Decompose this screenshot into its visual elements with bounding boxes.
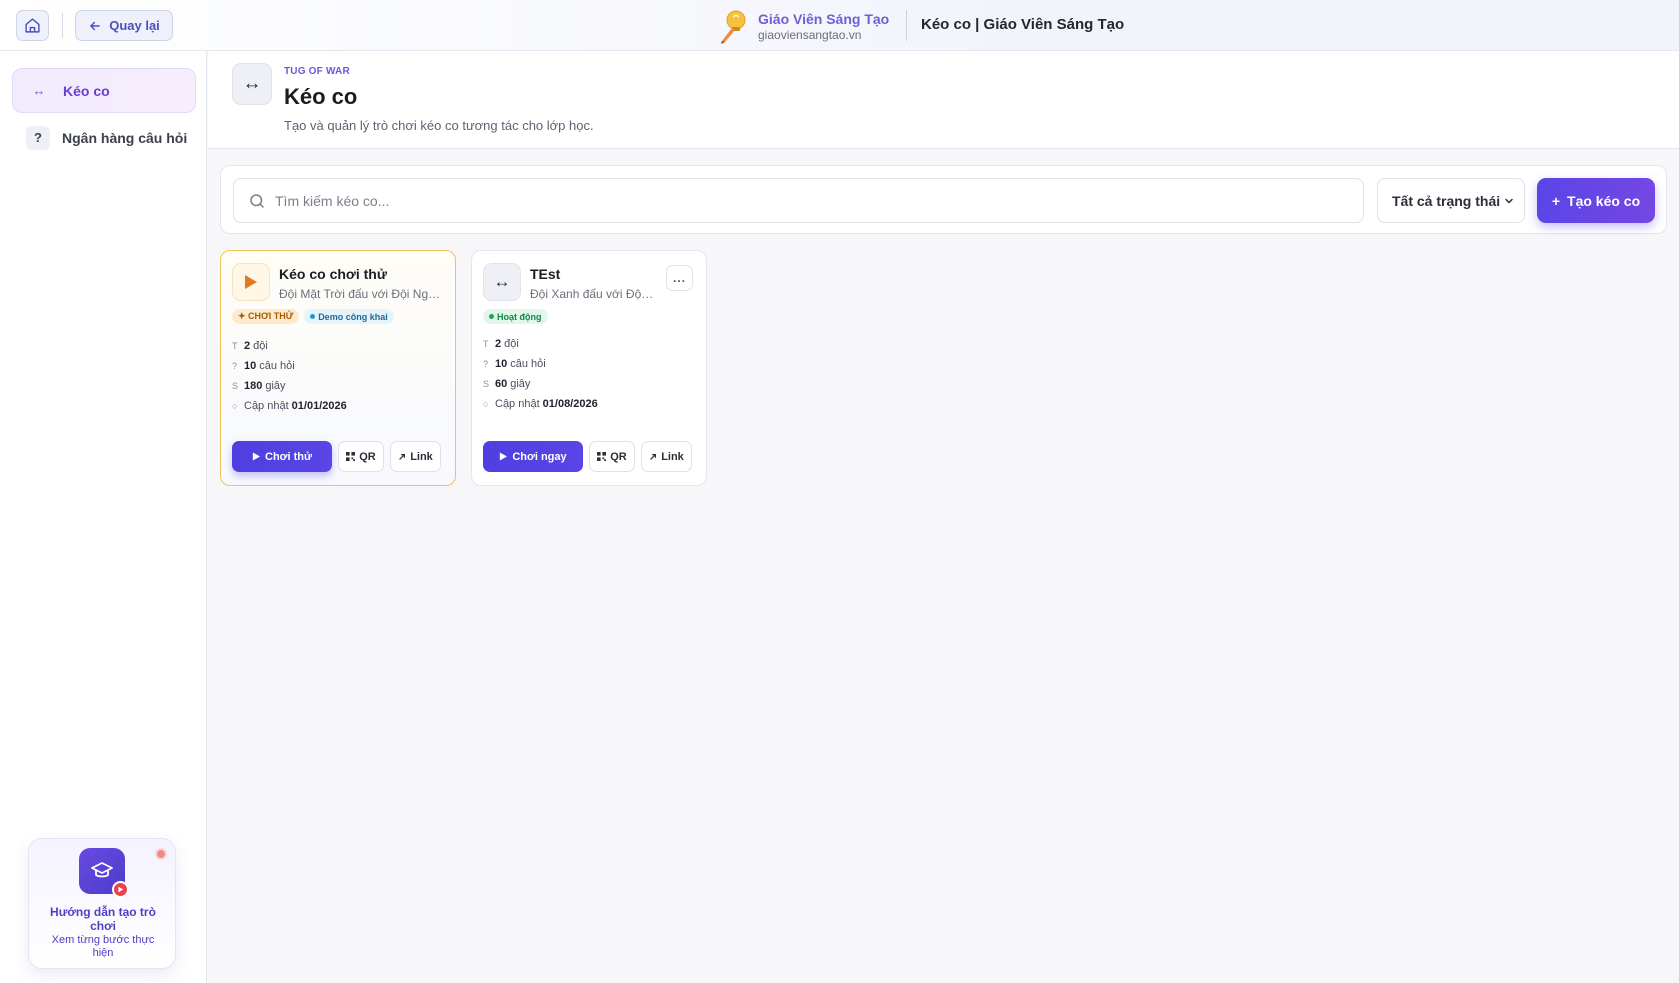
page-title: Kéo co bbox=[284, 84, 358, 109]
status-dot bbox=[489, 314, 494, 319]
active-badge: Hoạt động bbox=[483, 309, 548, 324]
topbar-divider bbox=[62, 13, 63, 38]
demo-badge: Demo công khai bbox=[304, 309, 394, 324]
external-link-icon bbox=[650, 453, 657, 460]
card-actions: Chơi thử QR Link bbox=[232, 441, 441, 472]
stat-teams: T 2 đội bbox=[483, 338, 519, 350]
page-header: ↔ TUG OF WAR Kéo co Tạo và quản lý trò c… bbox=[208, 51, 1679, 149]
play-now-button[interactable]: Chơi ngay bbox=[483, 441, 583, 472]
card-subtitle: Đội Mặt Trời đấu với Đội Ngôi Sao bbox=[279, 287, 441, 301]
sidebar-item-question-bank[interactable]: ? Ngân hàng câu hỏi bbox=[12, 115, 196, 160]
home-icon bbox=[25, 18, 40, 33]
swap-arrows-icon: ↔ bbox=[232, 63, 272, 105]
guide-card[interactable]: Hướng dẫn tạo trò chơi Xem từng bước thự… bbox=[28, 838, 176, 969]
guide-subtitle: Xem từng bước thực hiện bbox=[51, 934, 155, 959]
swap-arrows-icon: ↔ bbox=[32, 83, 46, 98]
link-button[interactable]: Link bbox=[641, 441, 692, 472]
badge-label: Demo công khai bbox=[318, 311, 388, 322]
qr-button[interactable]: QR bbox=[589, 441, 635, 472]
create-button-label: Tạo kéo co bbox=[1567, 192, 1641, 209]
page-description: Tạo và quản lý trò chơi kéo co tương tác… bbox=[284, 118, 594, 133]
brand-name: Giáo Viên Sáng Tạo bbox=[758, 10, 890, 27]
play-icon bbox=[500, 452, 508, 461]
card-badges: Hoạt động bbox=[483, 309, 548, 324]
plus-icon: + bbox=[1551, 192, 1561, 209]
back-label: Quay lại bbox=[109, 18, 160, 33]
swap-arrows-icon: ↔ bbox=[483, 263, 521, 301]
card-title: Kéo co chơi thử bbox=[279, 266, 387, 282]
badge-label: Hoạt động bbox=[497, 311, 542, 322]
play-icon bbox=[232, 263, 270, 301]
stat-duration: S 180 giây bbox=[232, 380, 286, 392]
link-button[interactable]: Link bbox=[390, 441, 441, 472]
stat-updated: ○ Cập nhật 01/01/2026 bbox=[232, 400, 347, 412]
search-input[interactable] bbox=[275, 192, 1275, 209]
search-box[interactable] bbox=[233, 178, 1364, 223]
chevron-down-icon bbox=[1505, 198, 1513, 204]
status-dot bbox=[310, 314, 316, 319]
stat-questions: ? 10 câu hỏi bbox=[483, 358, 546, 370]
home-button[interactable] bbox=[16, 10, 49, 41]
qr-code-icon bbox=[597, 452, 607, 461]
card-actions: Chơi ngay QR Link bbox=[483, 441, 692, 472]
arrow-left-icon bbox=[90, 21, 100, 30]
game-card[interactable]: ↔ TEst Đội Xanh đấu với Đội Đỏ ... Hoạt … bbox=[471, 250, 707, 486]
qr-button[interactable]: QR bbox=[338, 441, 384, 472]
create-tug-of-war-button[interactable]: + Tạo kéo co bbox=[1537, 178, 1655, 223]
card-stats: T 2 đội ? 10 câu hỏi S 180 giây ○ Cập nhật 01/01… bbox=[232, 336, 350, 416]
guide-title: Hướng dẫn tạo trò chơi bbox=[50, 905, 156, 933]
play-circle-icon bbox=[112, 881, 129, 898]
stat-updated: ○ Cập nhật 01/08/2026 bbox=[483, 398, 598, 410]
game-card[interactable]: Kéo co chơi thử Đội Mặt Trời đấu với Đội… bbox=[220, 250, 456, 486]
search-icon bbox=[250, 193, 264, 208]
sidebar-item-label: Ngân hàng câu hỏi bbox=[62, 129, 188, 146]
external-link-icon bbox=[399, 453, 406, 460]
page-head-title: Kéo co | Giáo Viên Sáng Tạo bbox=[921, 16, 1125, 33]
card-title: TEst bbox=[530, 266, 561, 282]
card-subtitle: Đội Xanh đấu với Đội Đỏ bbox=[530, 287, 654, 301]
stat-duration: S 60 giây bbox=[483, 378, 531, 390]
status-filter-value: Tất cả trạng thái bbox=[1392, 192, 1501, 209]
more-options-button[interactable]: ... bbox=[666, 265, 693, 291]
card-badges: ✦ CHƠI THỬ Demo công khai bbox=[232, 309, 394, 324]
toolbar: Tất cả trạng thái + Tạo kéo co bbox=[220, 165, 1667, 234]
sidebar: ↔ Kéo co ? Ngân hàng câu hỏi Hướng dẫn t… bbox=[0, 51, 207, 983]
brand[interactable]: Giáo Viên Sáng Tạo giaoviensangtao.vn bbox=[718, 8, 889, 44]
back-button[interactable]: Quay lại bbox=[75, 10, 173, 41]
sidebar-item-keo-co[interactable]: ↔ Kéo co bbox=[12, 68, 196, 113]
question-icon: ? bbox=[26, 125, 50, 150]
play-trial-button[interactable]: Chơi thử bbox=[232, 441, 332, 472]
card-stats: T 2 đội ? 10 câu hỏi S 60 giây ○ Cập nhật 01/08/… bbox=[483, 334, 601, 414]
sidebar-item-label: Kéo co bbox=[63, 82, 110, 99]
page-eyebrow: TUG OF WAR bbox=[284, 66, 350, 77]
qr-code-icon bbox=[346, 452, 356, 461]
trial-badge: ✦ CHƠI THỬ bbox=[232, 309, 300, 324]
top-bar: Quay lại Giáo Viên Sáng Tạo giaoviensang… bbox=[0, 0, 1679, 51]
brand-divider bbox=[906, 10, 907, 41]
stat-questions: ? 10 câu hỏi bbox=[232, 360, 295, 372]
play-icon bbox=[252, 452, 261, 461]
status-filter-select[interactable]: Tất cả trạng thái bbox=[1377, 178, 1525, 223]
notification-dot bbox=[155, 848, 167, 860]
lightbulb-pencil-logo-icon bbox=[721, 10, 746, 44]
stat-teams: T 2 đội bbox=[232, 340, 268, 352]
brand-url: giaoviensangtao.vn bbox=[758, 27, 862, 42]
